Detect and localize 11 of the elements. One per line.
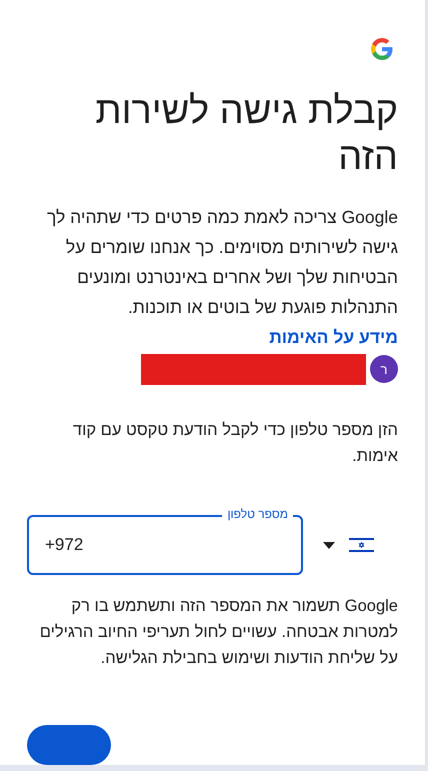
intro-text: Google צריכה לאמת כמה פרטים כדי שתהיה לך גישה לשירותים מסוימים. כך אנחנו שומרים על הבטיחות שלך ושל אחרים באינטרנט ומונעים התנהלות פוגעת של בוטים או תוכנות. מידע על האימות	[46, 206, 398, 349]
account-avatar: ר	[370, 355, 398, 383]
flag-icon	[349, 536, 374, 554]
field-label: מספר טלפון	[222, 506, 293, 522]
dropdown-caret-icon	[323, 542, 335, 548]
next-button[interactable]	[27, 725, 111, 765]
country-selector[interactable]	[323, 536, 374, 554]
privacy-note: Google תשמור את המספר הזה ותשתמש בו רק למטרות אבטחה. עשויים לחול תעריפי החיוב הרגילים על שליחת הודעות ושימוש בחבילת הגלישה.	[38, 596, 398, 669]
instruction-text: הזן מספר טלפון כדי לקבל הודעת טקסט עם קוד אימות.	[72, 420, 398, 467]
verification-info-link[interactable]: מידע על האימות	[269, 327, 398, 347]
page-title: קבלת גישה לשירות הזה	[94, 89, 398, 180]
